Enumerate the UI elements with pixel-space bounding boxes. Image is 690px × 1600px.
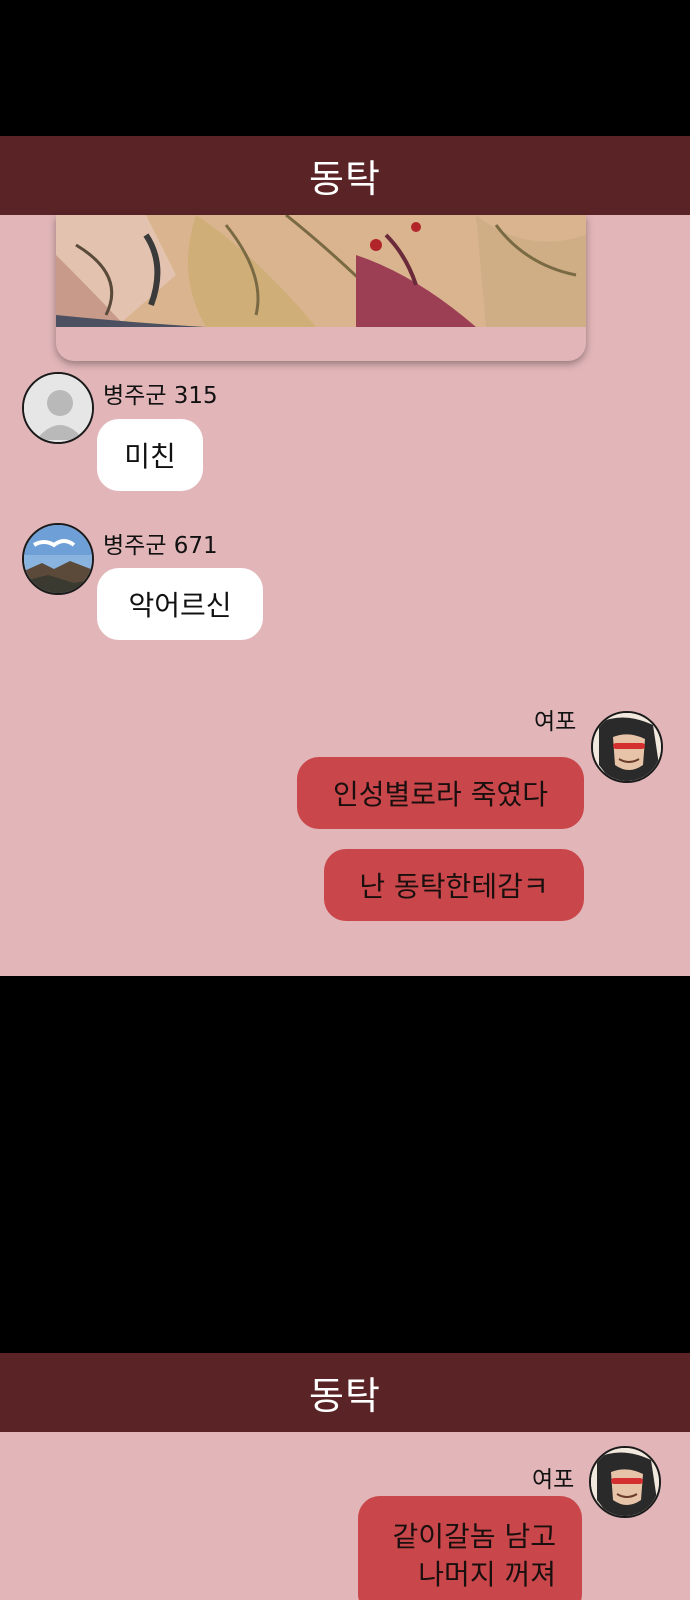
message-bubble-incoming[interactable]: 악어르신 <box>97 568 263 640</box>
chat-header-bottom: 동탁 <box>0 1353 690 1432</box>
message-line: 나머지 꺼져 <box>418 1558 556 1591</box>
sender-name: 병주군 315 <box>103 383 218 409</box>
message-bubble-incoming[interactable]: 미친 <box>97 419 203 491</box>
avatar-character[interactable] <box>589 1446 661 1518</box>
chat-header-top: 동탁 <box>0 136 690 215</box>
sender-name: 병주군 671 <box>103 533 218 559</box>
character-portrait-avatar <box>593 713 661 781</box>
comic-artwork-image <box>56 215 586 361</box>
avatar-character[interactable] <box>591 711 663 783</box>
message-bubble-outgoing[interactable]: 같이갈놈 남고 나머지 꺼져 <box>358 1496 582 1600</box>
chat-panel-top: 동탁 병주군 315 미친 병주군 671 악어르신 여포 인성별로라 죽였다 … <box>0 136 690 976</box>
message-bubble-outgoing[interactable]: 인성별로라 죽였다 <box>297 757 584 829</box>
chat-title-bottom: 동탁 <box>309 1374 381 1418</box>
avatar-default[interactable] <box>22 372 94 444</box>
message-bubble-outgoing[interactable]: 난 동탁한테감ㅋ <box>324 849 584 921</box>
chat-panel-bottom: 동탁 여포 같이갈놈 남고 나머지 꺼져 <box>0 1353 690 1600</box>
message-line: 같이갈놈 남고 <box>392 1520 556 1553</box>
chat-title-top: 동탁 <box>309 157 381 201</box>
avatar-landscape[interactable] <box>22 523 94 595</box>
landscape-photo-avatar <box>24 525 92 593</box>
artwork-drawing <box>56 215 586 327</box>
sender-name: 여포 <box>534 709 577 735</box>
sender-name: 여포 <box>532 1467 575 1493</box>
character-portrait-avatar <box>591 1448 659 1516</box>
default-avatar-icon <box>24 374 92 442</box>
